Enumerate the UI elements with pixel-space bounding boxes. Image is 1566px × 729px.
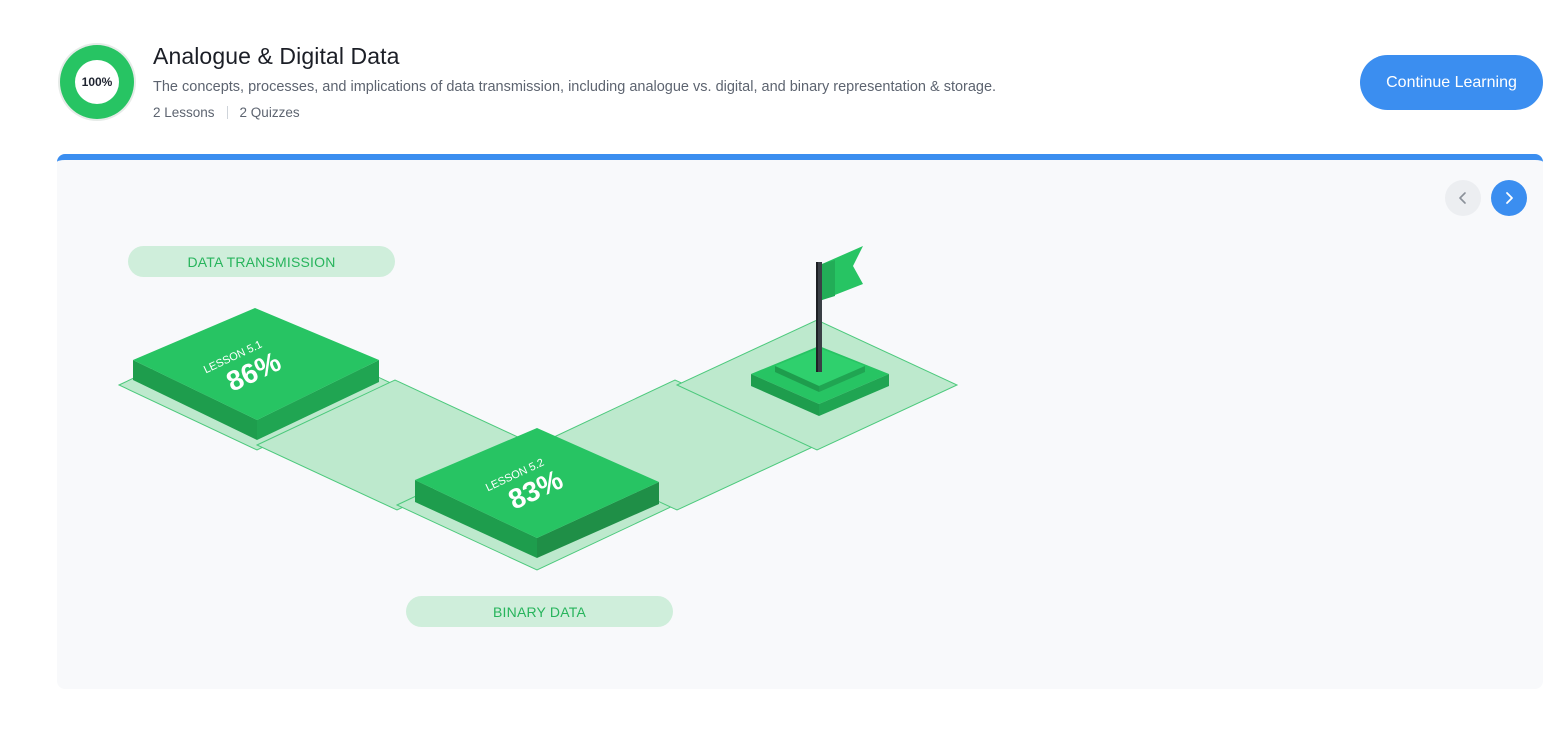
quizzes-count: 2 Quizzes (239, 105, 300, 120)
continue-learning-button[interactable]: Continue Learning (1360, 55, 1543, 110)
progress-label: 100% (75, 60, 119, 104)
meta-divider (226, 106, 228, 119)
course-description: The concepts, processes, and implication… (153, 79, 997, 95)
course-title: Analogue & Digital Data (153, 43, 400, 69)
course-header: 100% Analogue & Digital Data The concept… (0, 0, 1566, 150)
lessons-count: 2 Lessons (153, 105, 215, 120)
learning-map: DATA TRANSMISSION BINARY DATA LESSON 5.1… (57, 154, 1543, 689)
progress-ring: 100% (60, 45, 134, 119)
finish-flag-icon (751, 246, 889, 416)
map-canvas: LESSON 5.1 86% LESSON 5.2 83% (117, 246, 959, 571)
course-meta: 2 Lessons 2 Quizzes (153, 105, 300, 120)
